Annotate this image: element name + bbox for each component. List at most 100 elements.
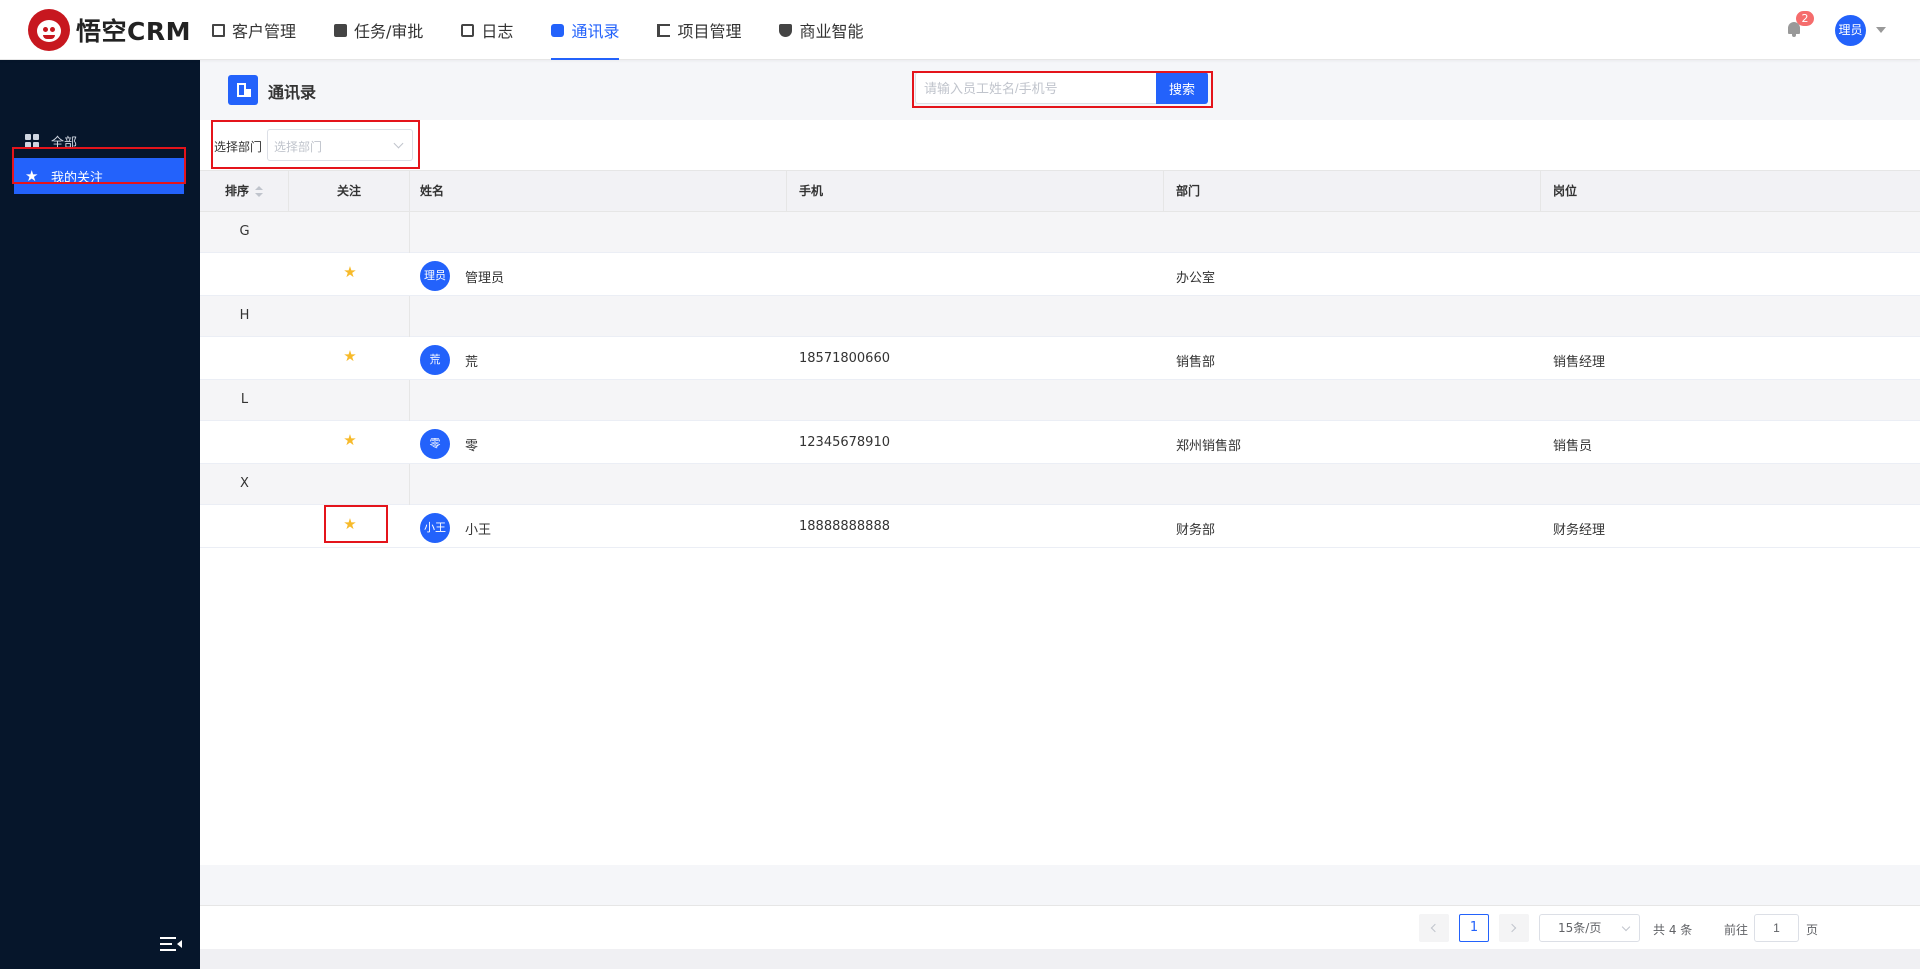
dept-select[interactable]: 选择部门 bbox=[267, 129, 413, 161]
page-size-value: 15条/页 bbox=[1558, 921, 1602, 935]
page-size-select[interactable]: 15条/页 bbox=[1539, 914, 1640, 942]
nav-item-label: 客户管理 bbox=[232, 22, 297, 41]
monkey-logo-icon bbox=[28, 9, 70, 51]
phone-cell: 12345678910 bbox=[799, 435, 890, 450]
user-avatar[interactable]: 理员 bbox=[1835, 15, 1866, 46]
chevron-left-icon bbox=[1430, 923, 1440, 933]
list-icon bbox=[657, 23, 671, 37]
group-letter: H bbox=[239, 308, 250, 323]
nav-item-bi[interactable]: 商业智能 bbox=[779, 0, 863, 60]
group-row-l: L bbox=[200, 380, 1920, 421]
nav-item-label: 日志 bbox=[481, 22, 514, 41]
nav-item-label: 通讯录 bbox=[571, 22, 620, 41]
star-icon: ★ bbox=[25, 167, 39, 185]
contacts-table: 排序 关注 姓名 手机 部门 岗位 G ★ 理员 管理员 办公室 H ★ 荒 荒… bbox=[200, 171, 1920, 865]
nav-item-customer[interactable]: 客户管理 bbox=[212, 0, 296, 60]
follow-star-icon[interactable]: ★ bbox=[342, 263, 358, 281]
briefcase-icon bbox=[334, 23, 348, 37]
name-cell[interactable]: 零 bbox=[465, 435, 478, 454]
dept-cell: 郑州销售部 bbox=[1176, 439, 1242, 454]
table-row[interactable]: ★ 理员 管理员 办公室 bbox=[200, 253, 1920, 296]
chevron-down-icon bbox=[393, 138, 404, 149]
sidebar-item-label: 我的关注 bbox=[51, 170, 104, 186]
prev-page-button[interactable] bbox=[1419, 914, 1449, 942]
group-row-x: X bbox=[200, 464, 1920, 505]
group-letter: L bbox=[240, 392, 249, 407]
search-button[interactable]: 搜索 bbox=[1156, 72, 1208, 104]
phone-book-icon bbox=[551, 23, 565, 37]
next-page-button[interactable] bbox=[1499, 914, 1529, 942]
table-row[interactable]: ★ 小王 小王 18888888888 财务部 财务经理 bbox=[200, 505, 1920, 548]
nav-item-log[interactable]: 日志 bbox=[461, 0, 513, 60]
position-cell: 销售员 bbox=[1553, 439, 1593, 454]
avatar: 小王 bbox=[420, 513, 450, 543]
chevron-right-icon bbox=[1507, 923, 1517, 933]
caret-down-icon[interactable] bbox=[1876, 27, 1886, 33]
column-label: 姓名 bbox=[420, 184, 445, 198]
grid-icon bbox=[25, 134, 39, 148]
column-sort[interactable]: 排序 bbox=[200, 171, 289, 212]
sidebar: 全部 ★ 我的关注 bbox=[0, 60, 200, 969]
column-phone: 手机 bbox=[787, 171, 1164, 212]
nav-item-projects[interactable]: 项目管理 bbox=[657, 0, 741, 60]
dept-select-placeholder: 选择部门 bbox=[274, 140, 323, 154]
column-label: 手机 bbox=[799, 184, 824, 198]
nav-item-addressbook[interactable]: 通讯录 bbox=[551, 0, 620, 60]
table-row[interactable]: ★ 荒 荒 18571800660 销售部 销售经理 bbox=[200, 337, 1920, 380]
total-count: 共 4 条 bbox=[1653, 923, 1693, 937]
follow-star-icon[interactable]: ★ bbox=[342, 515, 358, 533]
name-cell[interactable]: 管理员 bbox=[465, 267, 504, 286]
goto-suffix: 页 bbox=[1806, 923, 1819, 937]
dept-cell: 财务部 bbox=[1176, 523, 1216, 538]
nav-item-label: 项目管理 bbox=[677, 22, 742, 41]
page-number[interactable]: 1 bbox=[1459, 914, 1489, 942]
shield-icon bbox=[779, 23, 793, 37]
top-navbar: 悟空CRM 客户管理 任务/审批 日志 通讯录 项目管理 商业智能 2 理员 bbox=[0, 0, 1920, 60]
collapse-menu-icon[interactable] bbox=[160, 937, 182, 951]
chevron-down-icon bbox=[1621, 922, 1631, 932]
column-label: 排序 bbox=[225, 184, 250, 198]
search-input[interactable] bbox=[915, 72, 1156, 104]
dept-cell: 办公室 bbox=[1176, 271, 1216, 286]
follow-star-icon[interactable]: ★ bbox=[342, 431, 358, 449]
notification-badge: 2 bbox=[1796, 11, 1814, 26]
page-title: 通讯录 bbox=[268, 83, 317, 102]
table-row[interactable]: ★ 零 零 12345678910 郑州销售部 销售员 bbox=[200, 421, 1920, 464]
group-letter: X bbox=[240, 476, 249, 491]
column-label: 部门 bbox=[1176, 184, 1201, 198]
group-row-g: G bbox=[200, 212, 1920, 253]
phone-cell: 18888888888 bbox=[799, 519, 890, 534]
sidebar-item-all[interactable]: 全部 bbox=[14, 123, 184, 159]
name-cell[interactable]: 荒 bbox=[465, 351, 478, 370]
sidebar-item-label: 全部 bbox=[51, 135, 78, 151]
avatar: 荒 bbox=[420, 345, 450, 375]
column-name: 姓名 bbox=[410, 171, 787, 212]
column-label: 岗位 bbox=[1553, 184, 1578, 198]
name-cell[interactable]: 小王 bbox=[465, 519, 491, 538]
logo-text: 悟空CRM bbox=[76, 17, 191, 46]
avatar: 理员 bbox=[420, 261, 450, 291]
goto-page-input[interactable] bbox=[1754, 914, 1799, 942]
column-dept: 部门 bbox=[1164, 171, 1541, 212]
pagination: 1 15条/页 共 4 条 前往 页 bbox=[200, 905, 1920, 949]
sidebar-item-my-follows[interactable]: ★ 我的关注 bbox=[14, 158, 184, 194]
search-bar: 搜索 bbox=[915, 72, 1208, 104]
group-row-h: H bbox=[200, 296, 1920, 337]
building-icon bbox=[228, 75, 258, 105]
nav-item-label: 商业智能 bbox=[799, 22, 864, 41]
sort-icon[interactable] bbox=[255, 185, 264, 198]
nav-item-tasks[interactable]: 任务/审批 bbox=[334, 0, 423, 60]
building-icon bbox=[212, 23, 225, 37]
column-follow: 关注 bbox=[289, 171, 410, 212]
column-position: 岗位 bbox=[1541, 171, 1920, 212]
avatar: 零 bbox=[420, 429, 450, 459]
app-logo[interactable]: 悟空CRM bbox=[28, 8, 191, 52]
main-nav: 客户管理 任务/审批 日志 通讯录 项目管理 商业智能 bbox=[212, 0, 901, 60]
follow-star-icon[interactable]: ★ bbox=[342, 347, 358, 365]
table-header: 排序 关注 姓名 手机 部门 岗位 bbox=[200, 171, 1920, 212]
group-letter: G bbox=[239, 224, 250, 239]
document-icon bbox=[461, 23, 475, 37]
position-cell: 财务经理 bbox=[1553, 523, 1606, 538]
phone-cell: 18571800660 bbox=[799, 351, 890, 366]
nav-item-label: 任务/审批 bbox=[354, 22, 424, 41]
